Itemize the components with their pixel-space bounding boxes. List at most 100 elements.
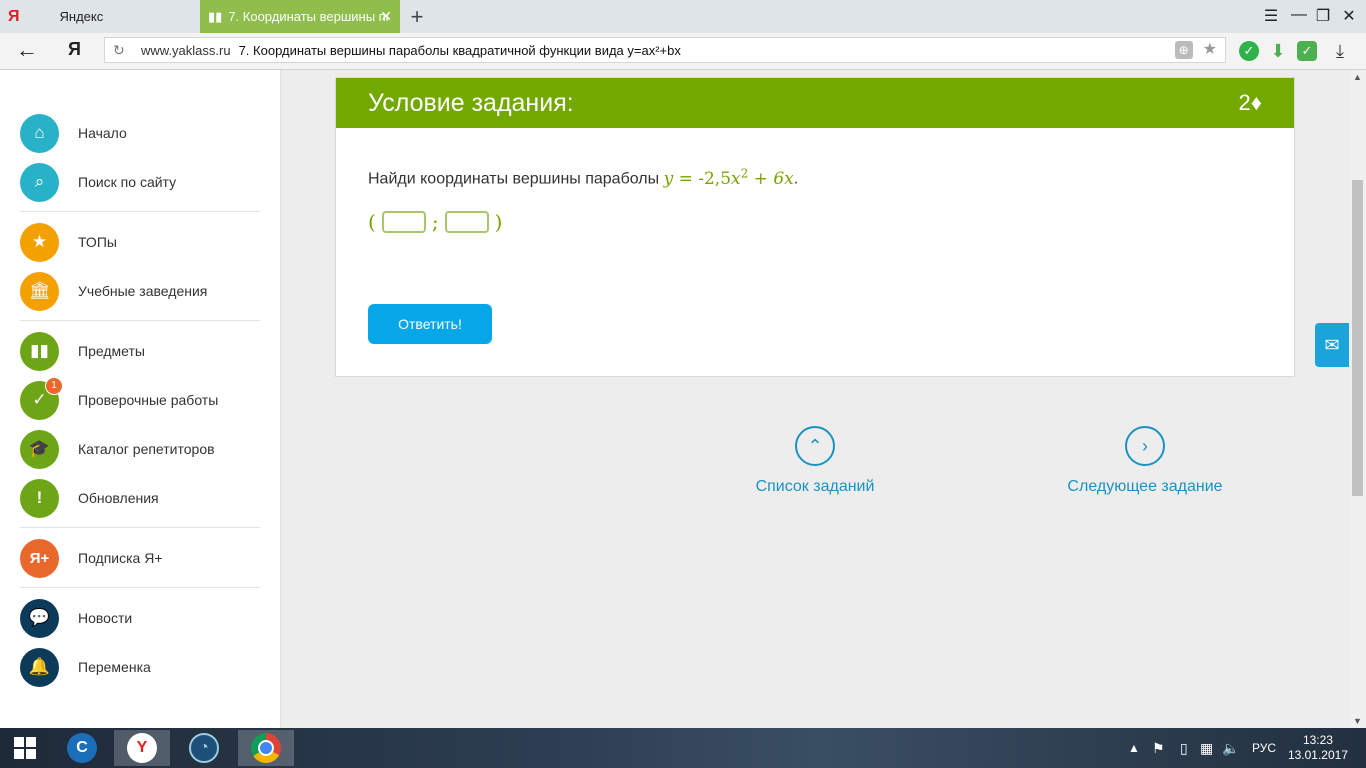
submit-button[interactable]: Ответить! (368, 304, 492, 344)
tab-strip: Я Яндекс ▮▮ 7. Координаты вершины парабо… (0, 0, 1366, 33)
tab-yandex[interactable]: Я Яндекс (0, 0, 200, 33)
institution-icon: 🏛 (20, 271, 59, 311)
mail-icon: ✉ (1324, 334, 1340, 355)
formula-eq: = -2,5 (673, 168, 732, 189)
exclamation-icon: ! (20, 478, 59, 518)
flag-icon[interactable]: ⚑ (1152, 728, 1165, 768)
yandex-button[interactable]: Я (68, 39, 81, 60)
bell-icon: 🔔 (20, 647, 59, 687)
chat-icon: 💬 (20, 598, 59, 638)
sidebar-item-subjects[interactable]: ▮▮ Предметы (20, 331, 145, 371)
close-paren: ) (494, 210, 503, 234)
tray-chevron-icon[interactable]: ▲ (1128, 728, 1140, 768)
sidebar-item-label: Начало (78, 125, 127, 141)
book-open-icon: ▮▮ (20, 331, 59, 371)
feedback-mail-button[interactable]: ✉ (1315, 323, 1349, 367)
url-page-title: 7. Координаты вершины параболы квадратич… (238, 42, 681, 58)
windows-logo-icon (14, 737, 36, 759)
scroll-down-icon[interactable]: ▼ (1353, 716, 1362, 726)
restore-icon[interactable]: ❐ (1312, 6, 1334, 26)
clock-time: 13:23 (1302, 733, 1333, 747)
tab-yaklass[interactable]: ▮▮ 7. Координаты вершины параболы ✕ (200, 0, 400, 33)
next-task-link[interactable]: › Следующее задание (1060, 426, 1230, 496)
bookmark-star-icon[interactable]: ★ (1203, 41, 1217, 59)
taskbar-app-speed[interactable]: ◔ (176, 730, 232, 766)
answer-x-input[interactable] (381, 211, 426, 233)
language-indicator[interactable]: РУС (1252, 728, 1276, 768)
graduation-cap-icon: 🎓 (20, 429, 59, 469)
task-list-link[interactable]: ⌃ Список заданий (748, 426, 882, 496)
address-bar[interactable]: ↻ www.yaklass.ru 7. Координаты вершины п… (104, 37, 1226, 63)
yandex-browser-icon: Y (127, 733, 157, 763)
star-icon: ★ (20, 222, 59, 262)
taskbar: C Y ◔ ▲ ⚑ ▯ ▦ 🔈 РУС 13:23 13.01.2017 (0, 728, 1366, 768)
back-arrow-icon[interactable]: ← (16, 37, 38, 63)
sidebar-item-label: Каталог репетиторов (78, 441, 215, 457)
formula: y = -2,5x2 + 6x (663, 166, 794, 189)
answer-row: ( ; ) (368, 210, 502, 234)
ccleaner-icon: C (67, 733, 97, 763)
sidebar-item-label: Предметы (78, 343, 145, 359)
reload-icon[interactable]: ↻ (113, 42, 133, 59)
sidebar-item-updates[interactable]: ! Обновления (20, 478, 159, 518)
close-icon[interactable]: ✕ (380, 8, 392, 25)
sidebar-item-tutors[interactable]: 🎓 Каталог репетиторов (20, 429, 215, 469)
scrollbar-thumb[interactable] (1352, 180, 1363, 496)
sidebar-item-tops[interactable]: ★ ТОПы (20, 222, 117, 262)
sidebar-item-institutions[interactable]: 🏛 Учебные заведения (20, 271, 207, 311)
sidebar-item-tests[interactable]: ✓ 1 Проверочные работы (20, 376, 218, 420)
downloads-icon[interactable]: ⤓ (1330, 41, 1350, 61)
volume-icon[interactable]: 🔈 (1222, 728, 1239, 768)
sidebar-item-subscription[interactable]: Я+ Подписка Я+ (20, 538, 163, 578)
sidebar-item-break[interactable]: 🔔 Переменка (20, 647, 151, 687)
scroll-up-icon[interactable]: ▲ (1353, 72, 1362, 82)
answer-y-input[interactable] (444, 211, 489, 233)
divider (20, 527, 260, 528)
formula-rest: + 6x (748, 168, 794, 189)
formula-end: . (793, 170, 799, 188)
chevron-up-icon: ⌃ (795, 426, 835, 466)
sidebar-item-home[interactable]: ⌂ Начало (20, 113, 127, 153)
menu-icon[interactable]: ☰ (1260, 6, 1282, 26)
close-window-icon[interactable]: ✕ (1338, 6, 1360, 26)
clock-date: 13.01.2017 (1287, 748, 1348, 762)
sidebar-item-label: Подписка Я+ (78, 550, 163, 566)
formula-lhs: y (663, 168, 674, 189)
divider (20, 587, 260, 588)
sidebar-item-search[interactable]: ⌕ Поиск по сайту (20, 162, 176, 202)
taskbar-app-yandex-browser[interactable]: Y (114, 730, 170, 766)
chevron-right-icon: › (1125, 426, 1165, 466)
taskbar-app-chrome[interactable] (238, 730, 294, 766)
minimize-icon[interactable]: — (1288, 6, 1310, 24)
tab-label: Яндекс (59, 9, 104, 24)
tab-label: 7. Координаты вершины параболы (228, 9, 388, 24)
sidebar-item-label: Учебные заведения (78, 283, 208, 299)
battery-icon[interactable]: ▯ (1180, 728, 1188, 768)
notification-badge: 1 (45, 376, 63, 395)
book-icon: ▮▮ (208, 8, 223, 24)
gauge-icon: ◔ (189, 733, 219, 763)
url-domain: www.yaklass.ru (141, 42, 231, 58)
sidebar: ⌂ Начало ⌕ Поиск по сайту ★ ТОПы 🏛 Учебн… (0, 70, 281, 728)
task-score: 2♦ (1238, 90, 1262, 115)
clock[interactable]: 13:23 13.01.2017 (1288, 733, 1348, 763)
network-icon[interactable]: ▦ (1200, 728, 1213, 768)
check-extension-icon[interactable]: ✓ (1239, 41, 1259, 61)
scrollbar[interactable]: ▲ ▼ (1350, 70, 1366, 728)
next-task-label: Следующее задание (1067, 478, 1223, 495)
task-title: Условие задания: (368, 88, 574, 117)
new-tab-icon[interactable]: + (407, 4, 427, 30)
protect-icon[interactable]: ⊕ (1174, 41, 1193, 59)
ya-plus-icon: Я+ (20, 538, 59, 578)
task-header: Условие задания: 2♦ (336, 78, 1294, 128)
divider (20, 320, 260, 321)
download-extension-icon[interactable]: ⬇ (1268, 41, 1288, 61)
task-list-label: Список заданий (755, 478, 875, 495)
sidebar-item-news[interactable]: 💬 Новости (20, 598, 132, 638)
taskbar-app-ccleaner[interactable]: C (54, 730, 110, 766)
sidebar-item-label: ТОПы (78, 234, 117, 250)
start-button[interactable] (0, 730, 50, 766)
shield-extension-icon[interactable]: ✓ (1297, 41, 1317, 61)
check-icon: ✓ 1 (20, 376, 63, 420)
sidebar-item-label: Обновления (78, 490, 159, 506)
